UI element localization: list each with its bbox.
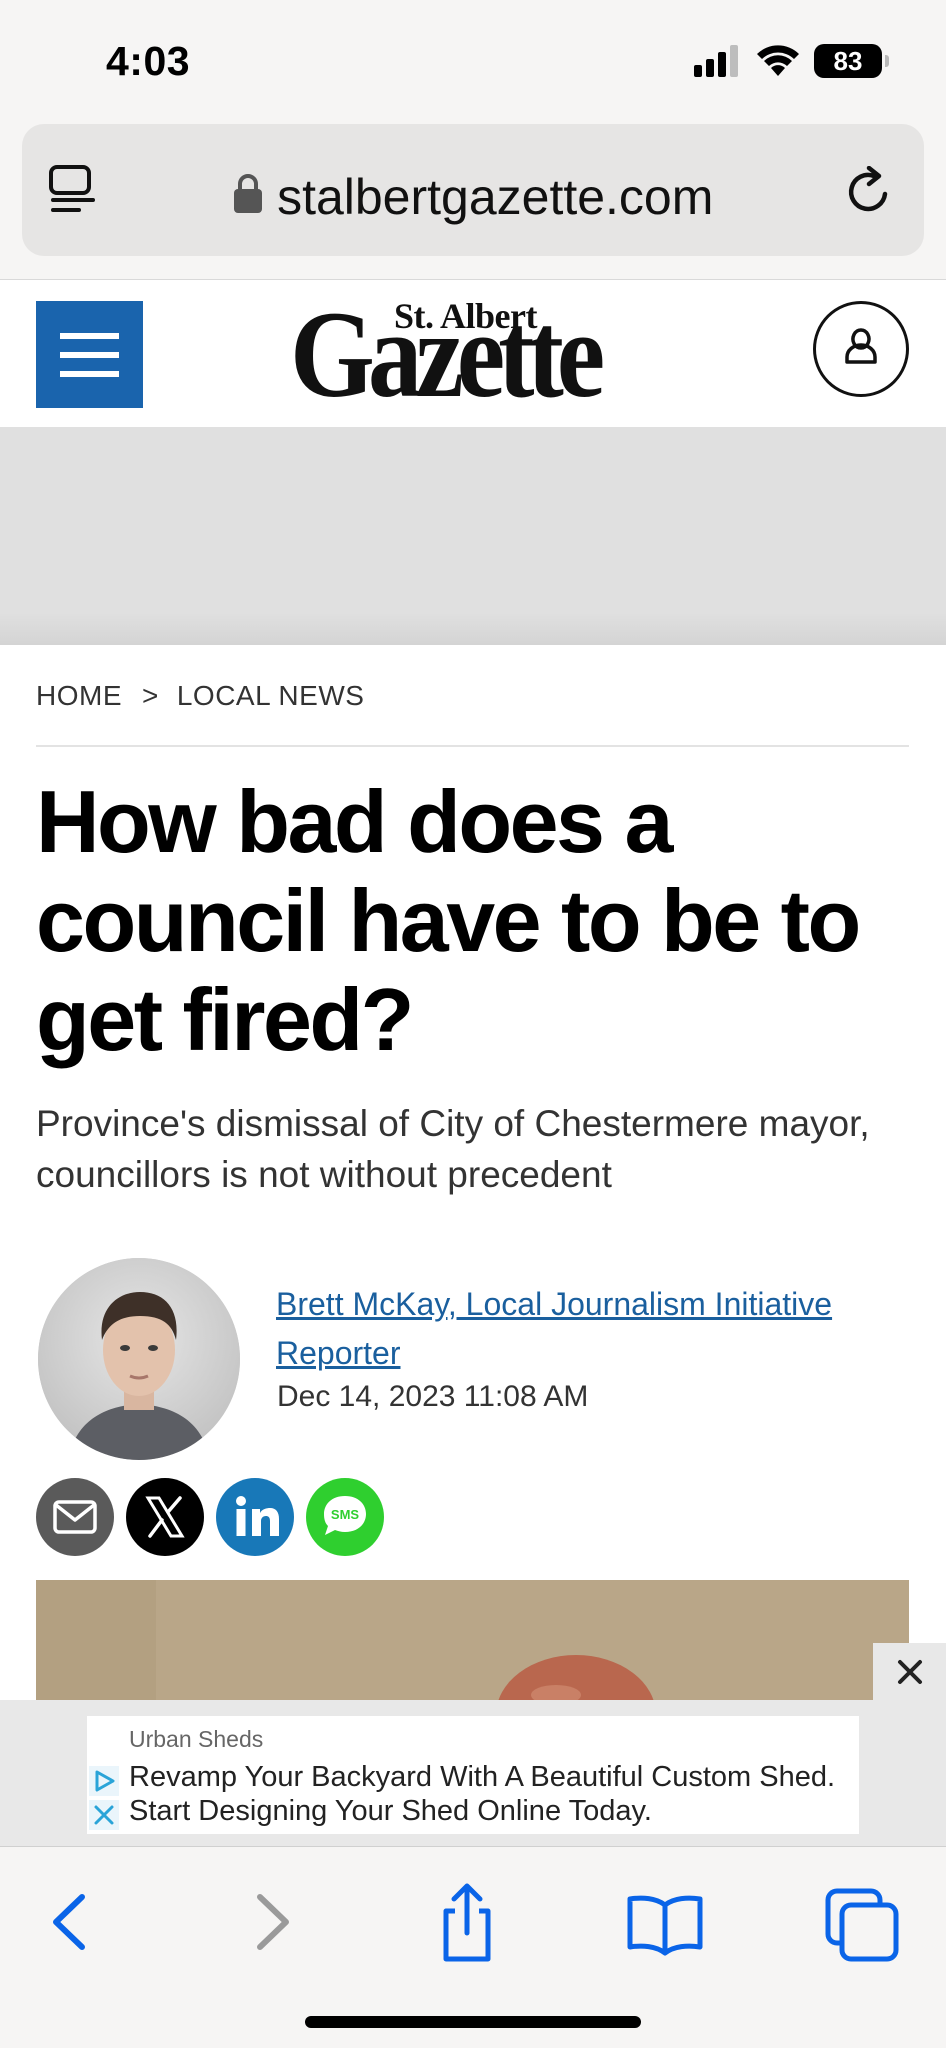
- linkedin-icon: [236, 1496, 279, 1536]
- breadcrumb-home[interactable]: HOME: [36, 680, 122, 711]
- adchoices-icon[interactable]: [89, 1766, 119, 1830]
- browser-address-area: stalbertgazette.com: [0, 120, 946, 280]
- reload-icon[interactable]: [844, 166, 894, 216]
- bookmarks-icon[interactable]: [620, 1877, 710, 1967]
- ad-close-button[interactable]: [873, 1643, 946, 1701]
- account-button[interactable]: [813, 301, 909, 397]
- share-icon[interactable]: [422, 1877, 512, 1967]
- status-bar: 4:03 83: [0, 0, 946, 120]
- x-logo-icon: [145, 1496, 185, 1538]
- lock-icon: [233, 174, 262, 213]
- status-icons: 83: [694, 44, 889, 78]
- ad-advertiser: Urban Sheds: [129, 1726, 264, 1752]
- author-avatar: [38, 1258, 240, 1460]
- site-header: Gazette St. Albert: [0, 281, 946, 427]
- breadcrumb: HOME > LOCAL NEWS: [36, 680, 364, 712]
- share-buttons: SMS: [36, 1478, 384, 1556]
- battery-indicator: 83: [814, 44, 889, 78]
- hamburger-icon: [60, 333, 119, 339]
- url-display[interactable]: stalbertgazette.com: [22, 168, 924, 226]
- publish-date: Dec 14, 2023 11:08 AM: [277, 1380, 589, 1413]
- tabs-icon[interactable]: [818, 1877, 908, 1967]
- sms-icon: SMS: [324, 1496, 366, 1535]
- user-icon: [845, 328, 877, 364]
- ad-card[interactable]: Urban Sheds Revamp Your Backyard With A …: [87, 1716, 859, 1834]
- share-email-button[interactable]: [36, 1478, 114, 1556]
- home-indicator: [305, 2016, 641, 2028]
- logo-town: St. Albert: [394, 296, 538, 336]
- breadcrumb-section[interactable]: LOCAL NEWS: [177, 680, 365, 711]
- article-photo[interactable]: [36, 1580, 909, 1700]
- cellular-signal-icon: [694, 45, 738, 77]
- divider: [36, 745, 909, 747]
- share-sms-button[interactable]: SMS: [306, 1478, 384, 1556]
- share-x-button[interactable]: [126, 1478, 204, 1556]
- address-bar[interactable]: stalbertgazette.com: [22, 124, 924, 256]
- bottom-ad-banner: Urban Sheds Revamp Your Backyard With A …: [0, 1700, 946, 1846]
- breadcrumb-separator: >: [142, 680, 159, 711]
- ad-slot-top: [0, 427, 946, 645]
- email-icon: [53, 1500, 97, 1534]
- article-headline: How bad does a council have to be to get…: [36, 772, 861, 1069]
- author-link[interactable]: Brett McKay, Local Journalism Initiative…: [276, 1280, 916, 1378]
- site-logo[interactable]: Gazette St. Albert: [290, 286, 656, 423]
- svg-text:SMS: SMS: [331, 1507, 360, 1522]
- share-linkedin-button[interactable]: [216, 1478, 294, 1556]
- article-subhead: Province's dismissal of City of Chesterm…: [36, 1103, 870, 1195]
- url-text: stalbertgazette.com: [277, 169, 714, 225]
- status-time: 4:03: [106, 38, 191, 84]
- forward-icon[interactable]: [228, 1877, 318, 1967]
- close-icon: [898, 1660, 922, 1684]
- ad-text: Revamp Your Backyard With A Beautiful Cu…: [129, 1761, 836, 1827]
- menu-button[interactable]: [36, 301, 143, 408]
- back-icon[interactable]: [24, 1877, 114, 1967]
- wifi-icon: [757, 45, 799, 76]
